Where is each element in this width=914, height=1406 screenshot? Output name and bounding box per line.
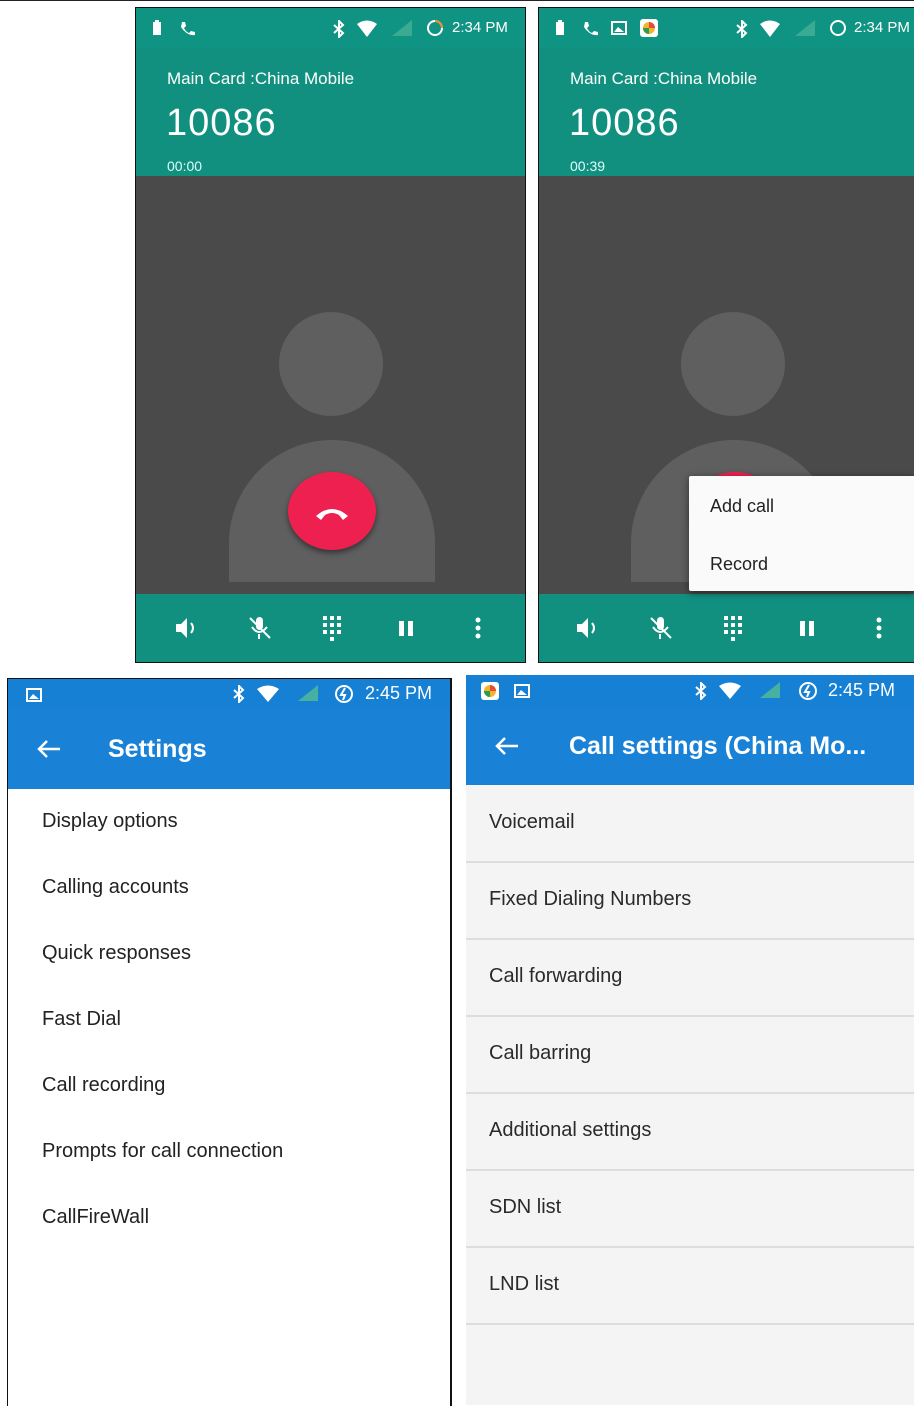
data-saver-icon <box>830 20 846 36</box>
call-settings-item-additional[interactable]: Additional settings <box>466 1093 914 1171</box>
call-settings-item-sdn-list[interactable]: SDN list <box>466 1170 914 1248</box>
item-label: LND list <box>489 1273 560 1295</box>
item-label: Call forwarding <box>489 965 623 987</box>
settings-item-callfirewall[interactable]: CallFireWall <box>42 1206 149 1229</box>
call-timer: 00:39 <box>570 158 606 174</box>
item-label: Call barring <box>489 1042 592 1064</box>
menu-item-record[interactable]: Record <box>710 554 768 575</box>
status-bar: 2:45 PM <box>466 675 914 707</box>
signal-icon <box>392 20 412 36</box>
call-header: Main Card :China Mobile 10086 00:39 <box>539 48 914 176</box>
status-time: 2:34 PM <box>452 19 508 36</box>
item-label: SDN list <box>489 1196 562 1218</box>
bluetooth-icon <box>736 20 748 38</box>
photos-icon <box>640 19 658 37</box>
avatar-head <box>279 312 383 416</box>
status-bar: 2:34 PM <box>136 8 525 48</box>
wifi-icon <box>760 20 780 37</box>
settings-item-display-options[interactable]: Display options <box>42 810 178 833</box>
bluetooth-icon <box>333 20 345 38</box>
photos-icon <box>481 682 499 700</box>
image-icon <box>514 684 530 698</box>
call-timer: 00:00 <box>167 158 203 174</box>
call-settings-screen: 2:45 PM Call settings (China Mo... Voice… <box>466 675 914 1405</box>
signal-icon <box>298 685 318 701</box>
data-saver-icon <box>335 685 353 703</box>
avatar-head <box>681 312 785 416</box>
data-saver-icon <box>799 682 817 700</box>
settings-item-call-recording[interactable]: Call recording <box>42 1074 165 1097</box>
phone-icon <box>584 22 598 36</box>
more-icon[interactable] <box>867 614 895 642</box>
call-settings-item-lnd-list[interactable]: LND list <box>466 1247 914 1325</box>
menu-item-add-call[interactable]: Add call <box>710 496 774 517</box>
back-arrow-icon[interactable] <box>494 735 520 757</box>
phone-number: 10086 <box>166 102 277 144</box>
call-body <box>136 176 525 594</box>
incall-screen-1: 2:34 PM Main Card :China Mobile 10086 00… <box>135 7 526 663</box>
signal-icon <box>795 20 815 36</box>
top-divider <box>0 0 914 1</box>
carrier-label: Main Card :China Mobile <box>167 69 355 88</box>
end-call-button[interactable] <box>288 472 376 550</box>
status-time: 2:45 PM <box>365 683 433 703</box>
call-settings-item-voicemail[interactable]: Voicemail <box>466 785 914 863</box>
bluetooth-icon <box>233 685 245 703</box>
back-arrow-icon[interactable] <box>36 738 62 760</box>
image-icon <box>611 21 627 35</box>
call-settings-item-call-barring[interactable]: Call barring <box>466 1016 914 1094</box>
bluetooth-icon <box>695 682 707 700</box>
overflow-menu: Add call Record <box>689 476 914 591</box>
settings-item-fast-dial[interactable]: Fast Dial <box>42 1008 121 1031</box>
signal-icon <box>760 682 780 698</box>
battery-icon <box>556 20 564 35</box>
status-time: 2:34 PM <box>854 19 910 36</box>
settings-item-prompts[interactable]: Prompts for call connection <box>42 1140 283 1163</box>
mute-icon[interactable] <box>246 614 274 642</box>
settings-screen: 2:45 PM Settings Display options Calling… <box>7 678 452 1406</box>
settings-item-calling-accounts[interactable]: Calling accounts <box>42 876 189 899</box>
settings-item-quick-responses[interactable]: Quick responses <box>42 942 191 965</box>
page-title: Settings <box>108 735 207 763</box>
item-label: Additional settings <box>489 1119 652 1141</box>
wifi-icon <box>357 20 377 37</box>
data-saver-icon <box>427 20 443 36</box>
end-call-icon <box>316 509 348 520</box>
phone-icon <box>181 22 195 36</box>
hold-icon[interactable] <box>392 614 420 642</box>
status-time: 2:45 PM <box>828 680 896 700</box>
phone-number: 10086 <box>569 102 680 144</box>
item-label: Fixed Dialing Numbers <box>489 888 692 910</box>
carrier-label: Main Card :China Mobile <box>570 69 758 88</box>
dialpad-icon[interactable] <box>720 614 748 642</box>
call-settings-item-call-forwarding[interactable]: Call forwarding <box>466 939 914 1017</box>
wifi-icon <box>719 682 741 699</box>
image-icon <box>26 688 42 702</box>
call-controls <box>539 594 914 662</box>
more-icon[interactable] <box>466 614 494 642</box>
speaker-icon[interactable] <box>574 614 602 642</box>
app-bar: Call settings (China Mo... <box>466 707 914 785</box>
battery-icon <box>153 20 161 35</box>
dialpad-icon[interactable] <box>319 614 347 642</box>
wifi-icon <box>257 685 279 702</box>
speaker-icon[interactable] <box>173 614 201 642</box>
call-settings-item-fdn[interactable]: Fixed Dialing Numbers <box>466 862 914 940</box>
page-title: Call settings (China Mo... <box>569 732 867 760</box>
hold-icon[interactable] <box>793 614 821 642</box>
app-bar: Settings <box>8 709 450 789</box>
status-bar: 2:45 PM <box>8 679 450 709</box>
call-header: Main Card :China Mobile 10086 00:00 <box>136 48 525 176</box>
incall-screen-2: 2:34 PM Main Card :China Mobile 10086 00… <box>538 7 914 663</box>
call-controls <box>136 594 525 662</box>
status-bar: 2:34 PM <box>539 8 914 48</box>
mute-icon[interactable] <box>647 614 675 642</box>
item-label: Voicemail <box>489 811 575 833</box>
